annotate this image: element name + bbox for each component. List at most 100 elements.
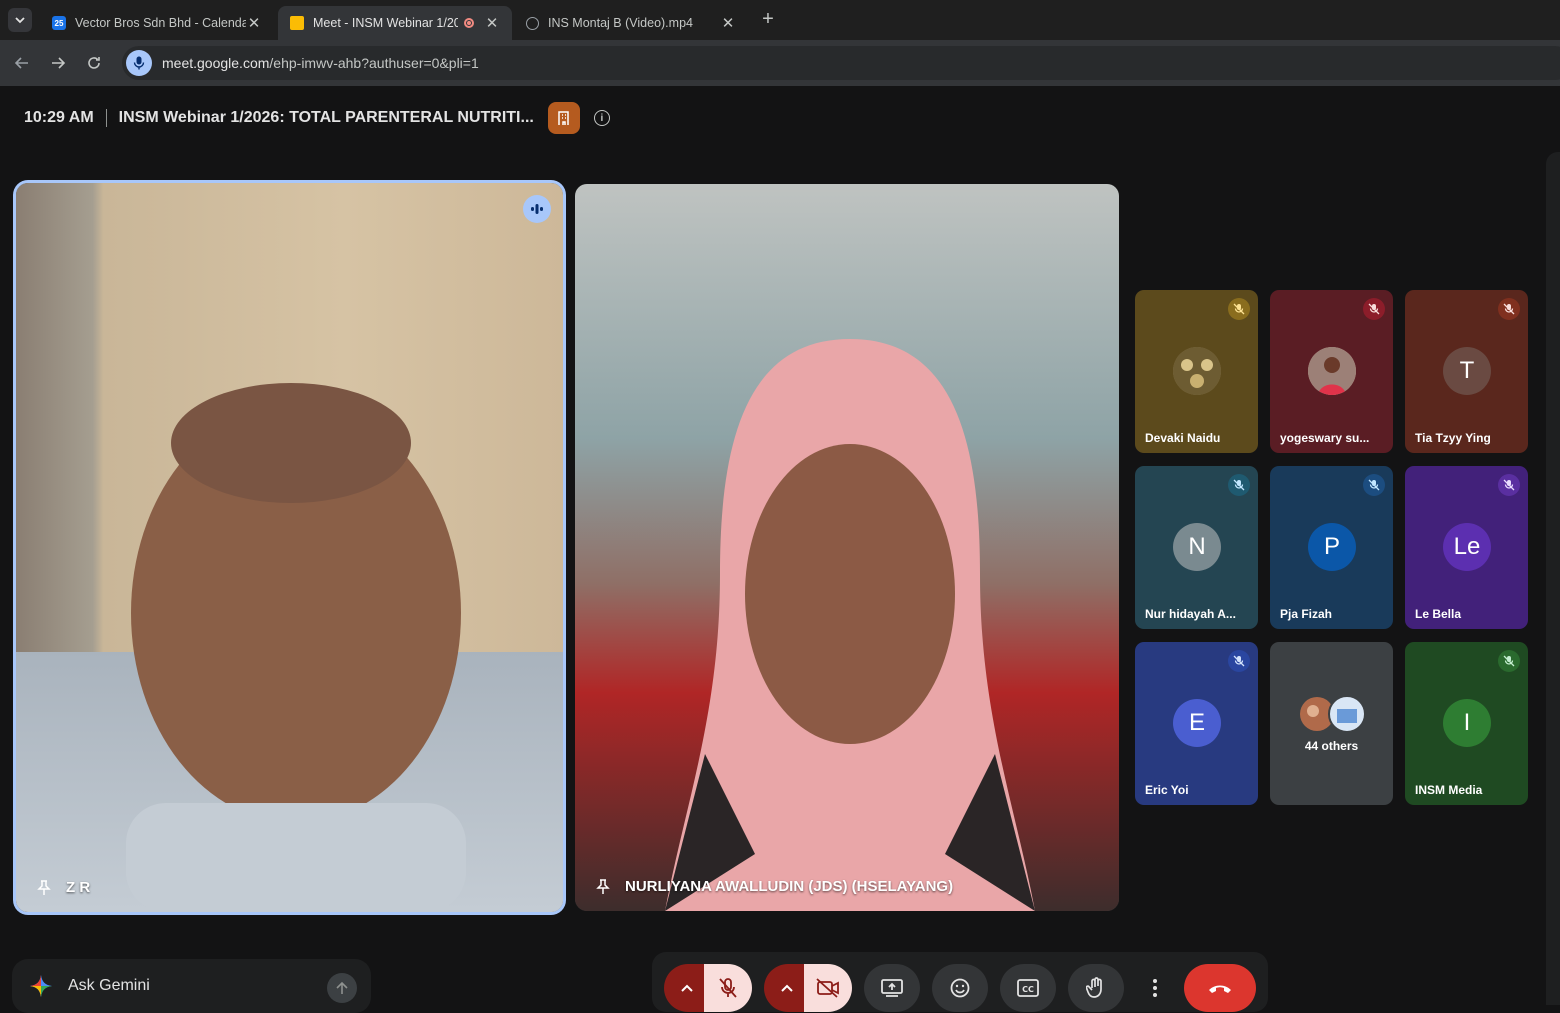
participant-name: NURLIYANA AWALLUDIN (JDS) (HSELAYANG) [625,878,954,895]
participant-name: Devaki Naidu [1145,431,1221,445]
address-bar[interactable]: meet.google.com/ehp-imwv-ahb?authuser=0&… [122,46,1560,80]
send-button[interactable] [327,973,357,1003]
others-avatar-stack [1297,695,1367,733]
chevron-down-icon [15,17,25,24]
participant-avatar-initial: E [1173,699,1221,747]
participant-avatar-initial: P [1308,523,1356,571]
ask-gemini-label: Ask Gemini [68,977,150,994]
speaking-indicator-icon [523,195,551,223]
participant-name: Nur hidayah A... [1145,607,1236,621]
participant-tile-yogeswary[interactable]: yogeswary su... [1270,290,1393,453]
present-icon [881,979,903,997]
meeting-time: 10:29 AM [24,109,94,126]
participant-name: INSM Media [1415,783,1483,797]
gemini-icon [30,975,52,997]
participant-name: Pja Fizah [1280,607,1333,621]
browser-tab-strip: 25 Vector Bros Sdn Bhd - Calendar ✕ Meet… [0,0,1560,40]
close-tab-icon[interactable]: ✕ [720,14,736,32]
site-info-button[interactable] [126,50,152,76]
calendar-icon: 25 [52,16,66,30]
back-button[interactable] [10,51,34,75]
reload-button[interactable] [82,51,106,75]
forward-button[interactable] [46,51,70,75]
mic-off-icon [1363,298,1385,320]
browser-tab-calendar[interactable]: 25 Vector Bros Sdn Bhd - Calendar ✕ [40,6,274,40]
building-icon [558,111,569,125]
participant-tile-tia[interactable]: T Tia Tzyy Ying [1405,290,1528,453]
camera-off-icon [816,978,839,998]
phone-hangup-icon [1209,985,1231,993]
tab-title: INS Montaj B (Video).mp4 [548,16,693,30]
close-tab-icon[interactable]: ✕ [246,14,262,32]
microphone-icon [133,56,145,70]
url-text: meet.google.com/ehp-imwv-ahb?authuser=0&… [162,55,479,71]
hand-icon [1086,977,1102,998]
mic-off-icon [719,978,737,998]
participant-avatar-photo [1173,347,1221,395]
participant-tile-nur-hidayah[interactable]: N Nur hidayah A... [1135,466,1258,629]
companion-mode-button[interactable] [547,102,580,134]
svg-text:CC: CC [1022,985,1034,994]
participant-tile-others[interactable]: 44 others [1270,642,1393,805]
mic-off-icon [1228,650,1250,672]
participant-video-figure [665,339,1035,911]
browser-tab-video[interactable]: INS Montaj B (Video).mp4 ✕ [514,6,748,40]
participant-avatar-initial: I [1443,699,1491,747]
participant-avatar-initial: T [1443,347,1491,395]
tab-title: Vector Bros Sdn Bhd - Calendar [75,16,246,30]
tab-title: Meet - INSM Webinar 1/2026 [313,16,458,30]
close-tab-icon[interactable]: ✕ [484,14,500,32]
mic-off-icon [1498,650,1520,672]
mic-off-icon [1498,474,1520,496]
reload-icon [88,57,100,69]
tab-search-button[interactable] [8,8,32,32]
participant-name-label: NURLIYANA AWALLUDIN (JDS) (HSELAYANG) [595,878,953,895]
participant-avatar-initial: N [1173,523,1221,571]
closed-captions-icon: CC [1017,979,1039,997]
participant-tile-insm-media[interactable]: I INSM Media [1405,642,1528,805]
mic-off-icon [1363,474,1385,496]
participant-avatar-initial: Le [1443,523,1491,571]
participant-name-label: Z R [36,879,90,896]
participant-name: Tia Tzyy Ying [1415,431,1491,445]
participant-tile-le-bella[interactable]: Le Le Bella [1405,466,1528,629]
participant-name: Eric Yoi [1145,783,1189,797]
meet-icon [290,16,304,30]
mic-off-icon [1228,474,1250,496]
new-tab-icon[interactable]: + [758,8,778,31]
participant-tile-devaki[interactable]: Devaki Naidu [1135,290,1258,453]
video-tile-nurliyana[interactable]: NURLIYANA AWALLUDIN (JDS) (HSELAYANG) [575,184,1119,911]
participant-tile-pja-fizah[interactable]: P Pja Fizah [1270,466,1393,629]
participant-video-figure [126,383,466,912]
mic-off-icon [1498,298,1520,320]
browser-toolbar: meet.google.com/ehp-imwv-ahb?authuser=0&… [0,40,1560,86]
info-icon[interactable]: i [593,110,610,126]
chevron-up-icon [781,984,793,992]
chevron-up-icon [681,984,693,992]
pin-icon[interactable] [36,879,52,896]
globe-icon [526,16,539,30]
participant-tile-eric-yoi[interactable]: E Eric Yoi [1135,642,1258,805]
pin-icon[interactable] [595,878,611,895]
divider [105,109,107,127]
more-vertical-icon [1153,979,1157,997]
call-controls-bar: CC [652,952,1268,1012]
meeting-title: INSM Webinar 1/2026: TOTAL PARENTERAL NU… [118,109,534,126]
mic-off-icon [1228,298,1250,320]
url-host: meet.google.com [162,55,270,71]
emoji-icon [950,978,970,998]
participant-name: yogeswary su... [1280,431,1370,445]
video-tile-zr[interactable]: Z R [16,183,563,912]
side-panel-edge [1546,152,1560,1005]
arrow-left-icon [14,57,28,69]
recording-icon [464,18,474,28]
arrow-right-icon [52,57,66,69]
browser-tab-meet[interactable]: Meet - INSM Webinar 1/2026 ✕ [278,6,512,40]
url-path: /ehp-imwv-ahb?authuser=0&pli=1 [269,55,479,71]
participant-name: Le Bella [1415,607,1462,621]
arrow-up-icon [336,981,348,994]
participant-name: Z R [66,879,91,896]
others-count-label: 44 others [1304,739,1359,753]
meeting-header: 10:29 AM INSM Webinar 1/2026: TOTAL PARE… [24,102,610,134]
participant-avatar-photo [1308,347,1356,395]
